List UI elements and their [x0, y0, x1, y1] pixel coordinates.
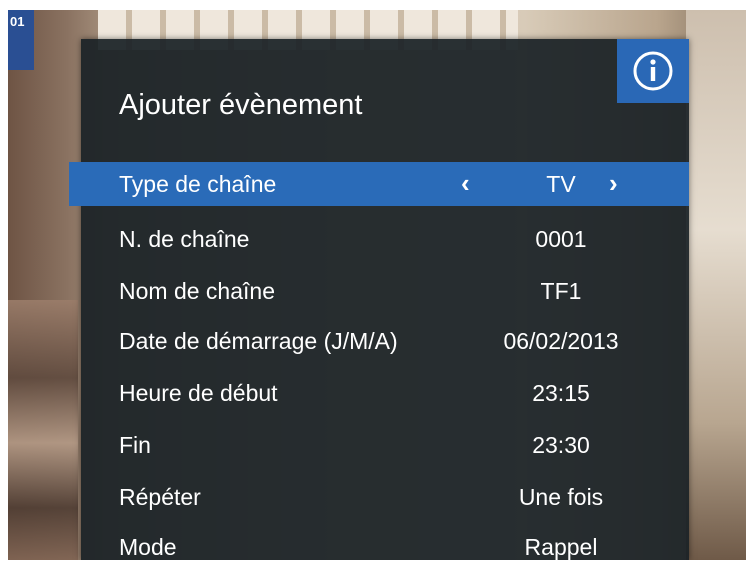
row-label: Nom de chaîne [119, 277, 275, 304]
row-value: 0001 [535, 225, 587, 252]
row-label: Date de démarrage (J/M/A) [119, 327, 398, 354]
row-channel-name[interactable]: Nom de chaîne TF1 [81, 269, 679, 313]
row-label: N. de chaîne [119, 225, 250, 252]
row-label: Type de chaîne [119, 170, 277, 197]
row-end-time[interactable]: Fin 23:30 [81, 423, 679, 467]
row-value: 23:15 [532, 379, 590, 406]
row-start-date[interactable]: Date de démarrage (J/M/A) 06/02/2013 [81, 319, 679, 363]
dialog-title: Ajouter évènement [119, 89, 363, 121]
row-label: Fin [119, 431, 151, 458]
row-channel-type[interactable]: Type de chaîne ‹ TV › [69, 162, 689, 206]
row-label: Répéter [119, 483, 201, 510]
info-icon [633, 51, 673, 91]
row-value: Une fois [518, 483, 604, 510]
add-event-dialog: Ajouter évènement Type de chaîne ‹ TV › … [69, 39, 689, 560]
row-value: TF1 [540, 277, 582, 304]
row-value: 23:30 [532, 431, 590, 458]
chevron-right-icon[interactable]: › [609, 168, 618, 199]
channel-number-badge: 01 [8, 10, 34, 70]
tv-screen: 01 Ajouter évènement Type de chaîne ‹ TV… [8, 10, 746, 560]
row-mode[interactable]: Mode Rappel [81, 525, 679, 560]
row-channel-number[interactable]: N. de chaîne 0001 [81, 217, 679, 261]
info-button[interactable] [617, 39, 689, 103]
row-label: Mode [119, 533, 177, 560]
row-value: 06/02/2013 [503, 327, 619, 354]
background-frame [686, 10, 746, 560]
row-repeat[interactable]: Répéter Une fois [81, 475, 679, 519]
background-crowd [8, 300, 78, 560]
row-label: Heure de début [119, 379, 278, 406]
row-value: TV [546, 170, 576, 197]
row-start-time[interactable]: Heure de début 23:15 [81, 371, 679, 415]
row-value: Rappel [524, 533, 598, 560]
